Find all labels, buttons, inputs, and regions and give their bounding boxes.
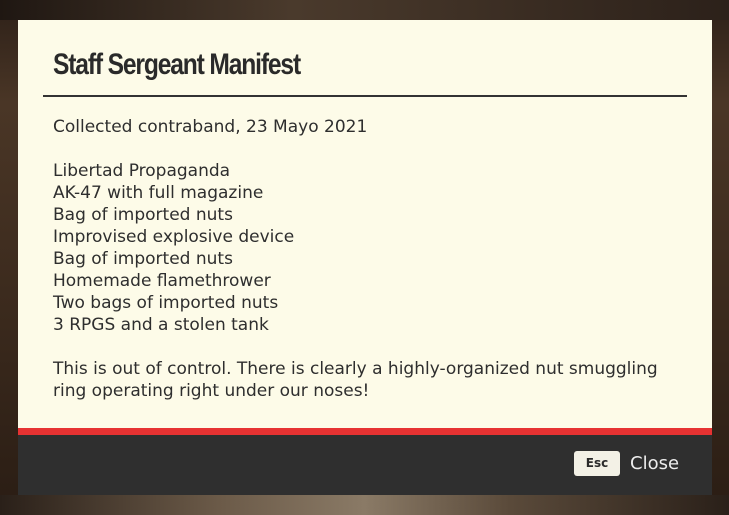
- list-item: Bag of imported nuts: [53, 249, 233, 269]
- esc-key-icon[interactable]: Esc: [574, 451, 620, 476]
- list-item: Bag of imported nuts: [53, 205, 233, 225]
- list-item: AK-47 with full magazine: [53, 183, 264, 203]
- title-divider: [43, 95, 687, 97]
- close-label[interactable]: Close: [630, 453, 679, 474]
- list-item: Improvised explosive device: [53, 227, 295, 247]
- list-item: Homemade flamethrower: [53, 271, 271, 291]
- list-item: 3 RPGS and a stolen tank: [53, 315, 269, 335]
- dialog-footer: Esc Close: [18, 435, 712, 495]
- manifest-title: Staff Sergeant Manifest: [53, 48, 301, 81]
- background-bottom-band: [0, 495, 729, 515]
- closing-text-line-2: ring operating right under our noses!: [53, 381, 370, 401]
- background-top-band: [0, 0, 729, 20]
- manifest-body: Collected contraband, 23 Mayo 2021 Liber…: [53, 116, 673, 402]
- paper-panel: Staff Sergeant Manifest Collected contra…: [18, 20, 712, 428]
- intro-text: Collected contraband, 23 Mayo 2021: [53, 117, 368, 137]
- manifest-dialog: Staff Sergeant Manifest Collected contra…: [18, 20, 712, 495]
- red-accent-strip: [18, 428, 712, 435]
- list-item: Libertad Propaganda: [53, 161, 231, 181]
- closing-text-line-1: This is out of control. There is clearly…: [53, 359, 658, 379]
- list-item: Two bags of imported nuts: [53, 293, 279, 313]
- torn-paper-edge: [18, 20, 712, 28]
